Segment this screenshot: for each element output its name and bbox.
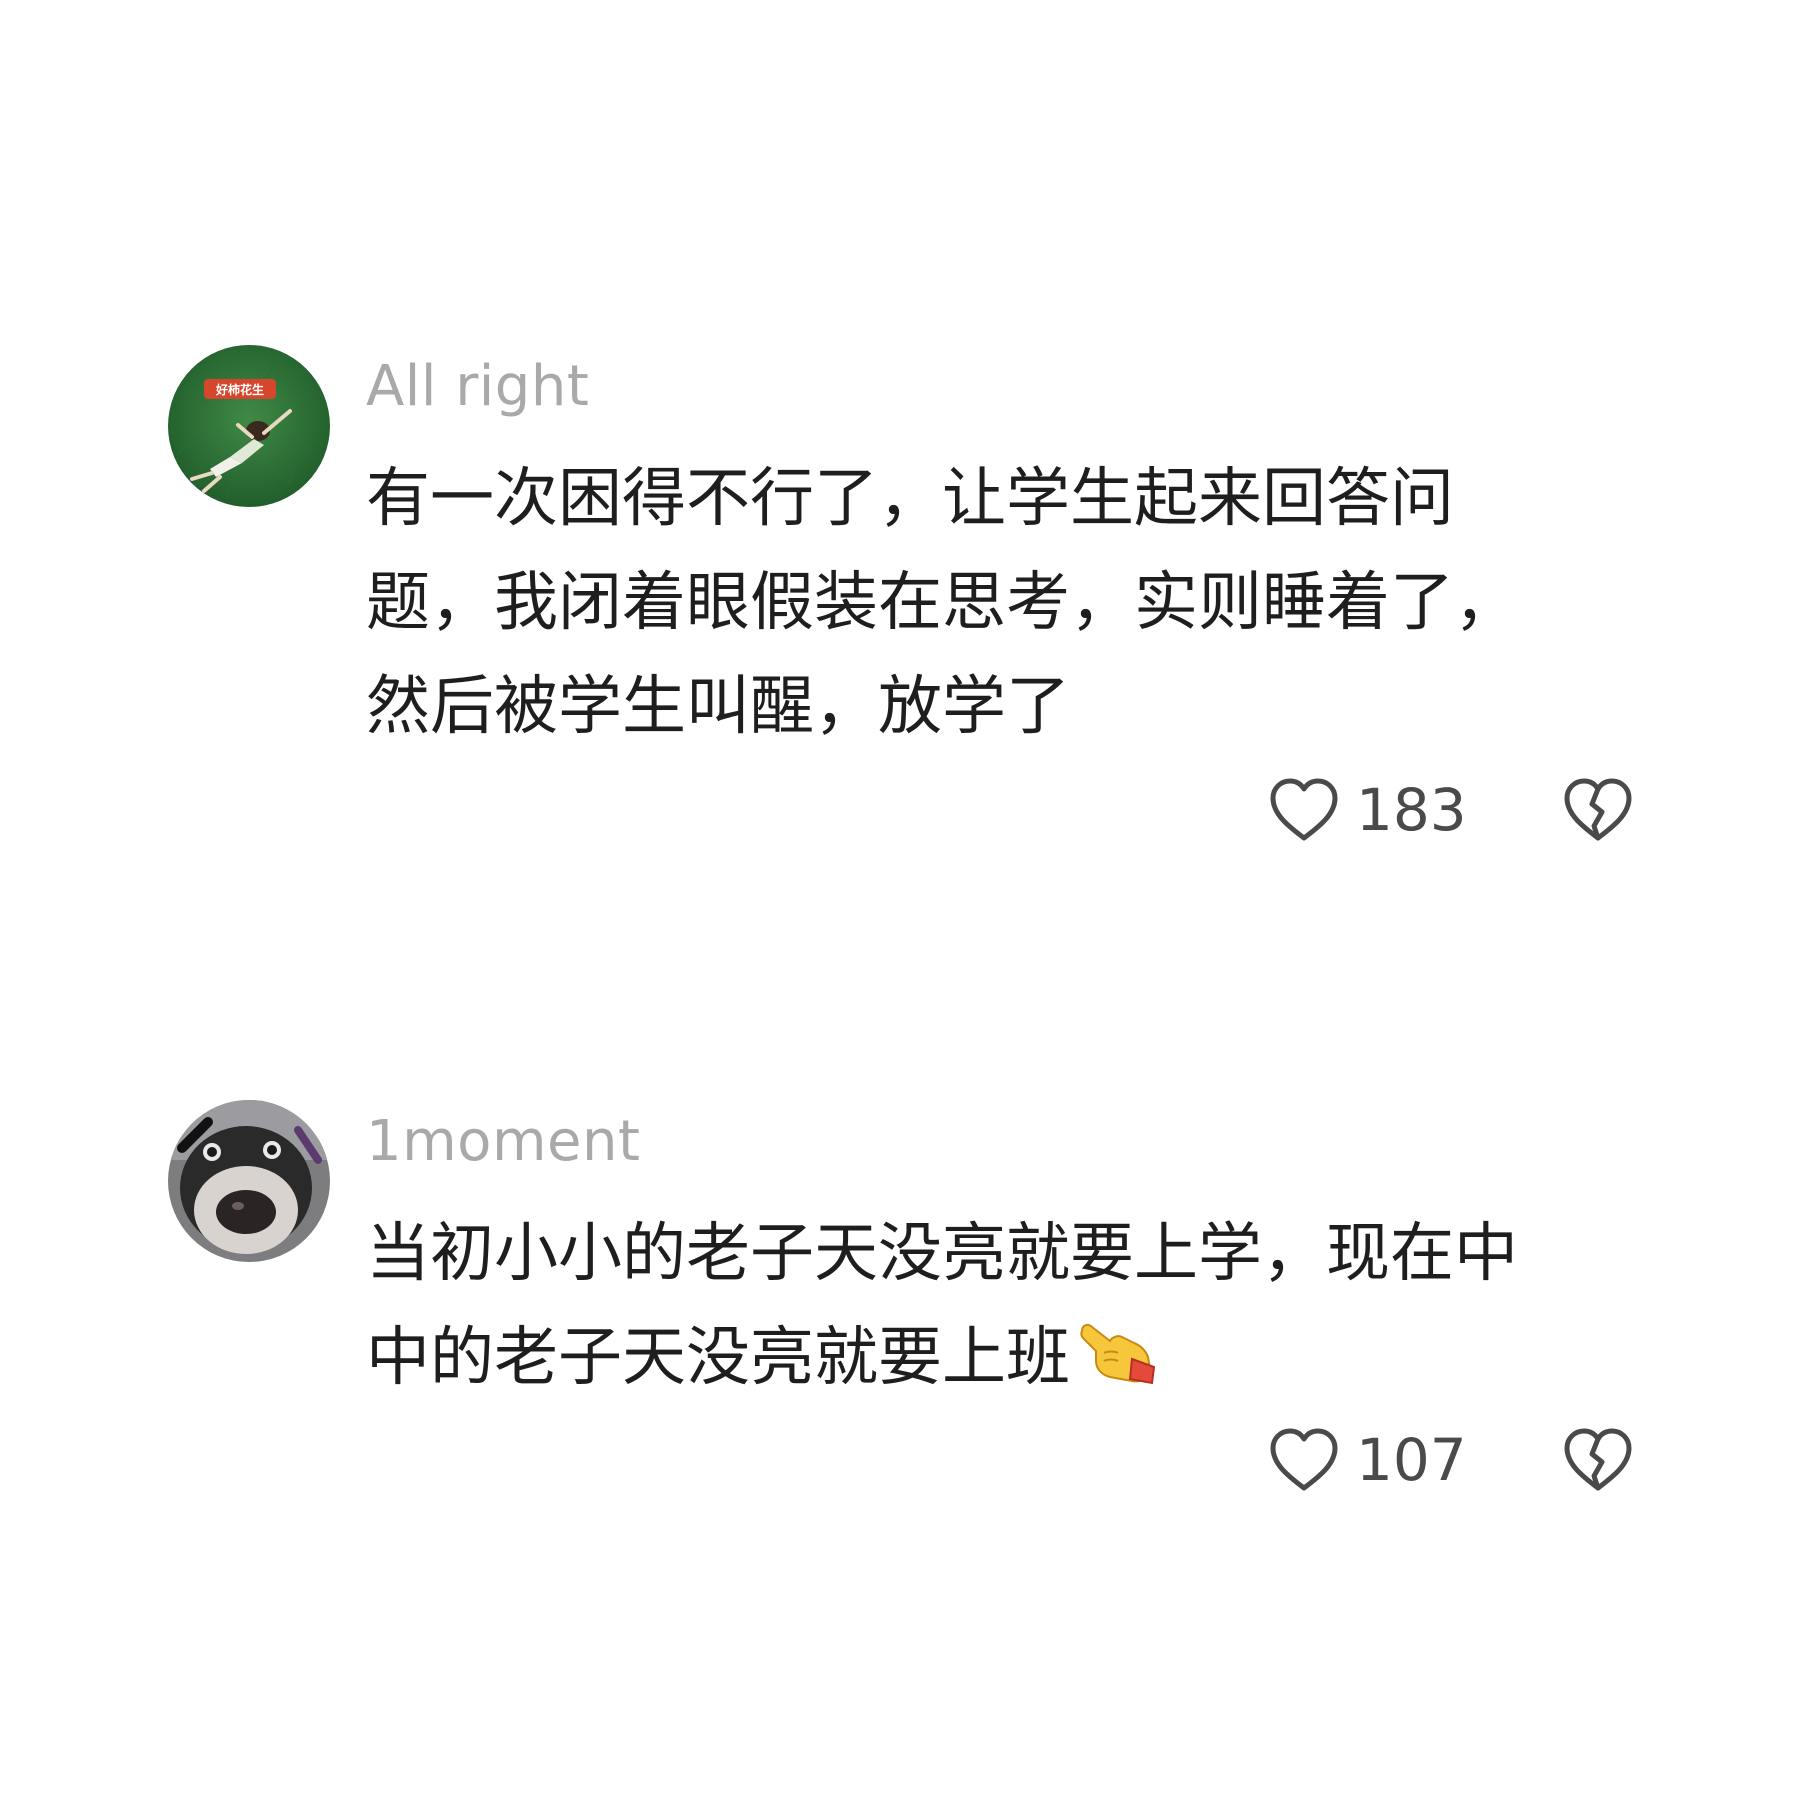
username[interactable]: All right — [366, 355, 589, 419]
avatar-label: 好柿花生 — [215, 382, 264, 397]
heart-outline-icon — [1270, 778, 1338, 841]
comment-text-line: 有一次困得不行了，让学生起来回答问 — [366, 462, 1454, 536]
comment-feed: 好柿花生 All right 有一次困得不行了，让学生起来回答问 题，我闭着眼假… — [0, 0, 1800, 1800]
dislike-button[interactable] — [1558, 1420, 1638, 1500]
avatar-image — [168, 1100, 330, 1262]
like-button[interactable]: 183 — [1268, 770, 1468, 850]
like-count: 183 — [1356, 776, 1467, 844]
comment-text-line: 中的老子天没亮就要上班 — [366, 1306, 1666, 1410]
like-button[interactable]: 107 — [1268, 1420, 1468, 1500]
username[interactable]: 1moment — [366, 1110, 640, 1174]
heart-outline-icon — [1270, 1428, 1338, 1491]
backhand-pointing-left-emoji-icon — [1074, 1311, 1162, 1387]
broken-heart-outline-icon — [1564, 778, 1632, 841]
comment-text-fragment: 中的老子天没亮就要上班 — [366, 1321, 1070, 1395]
comment-text-line: 然后被学生叫醒，放学了 — [366, 670, 1070, 744]
broken-heart-outline-icon — [1564, 1428, 1632, 1491]
avatar-image: 好柿花生 — [168, 345, 330, 507]
avatar[interactable]: 好柿花生 — [168, 345, 330, 507]
comment-actions: 107 — [1268, 1420, 1648, 1500]
comment-text: 有一次困得不行了，让学生起来回答问 题，我闭着眼假装在思考，实则睡着了， 然后被… — [366, 447, 1666, 759]
comment-text: 当初小小的老子天没亮就要上学，现在中 中的老子天没亮就要上班 — [366, 1202, 1666, 1410]
like-count: 107 — [1356, 1426, 1467, 1494]
comment-text-line: 当初小小的老子天没亮就要上学，现在中 — [366, 1217, 1518, 1291]
comment-text-line: 题，我闭着眼假装在思考，实则睡着了， — [366, 566, 1518, 640]
dislike-button[interactable] — [1558, 770, 1638, 850]
avatar[interactable] — [168, 1100, 330, 1262]
comment-actions: 183 — [1268, 770, 1648, 850]
